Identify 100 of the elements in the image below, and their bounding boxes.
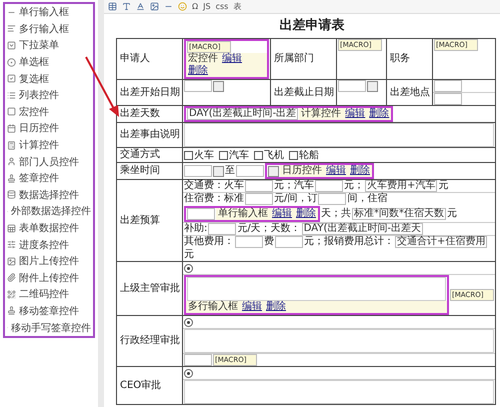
input-field[interactable]: DAY(出差截止时间-出差	[187, 108, 298, 120]
paperclip-icon	[7, 273, 16, 282]
control-item[interactable]: 单选框	[7, 54, 91, 70]
stamp-icon	[7, 306, 16, 316]
field-text: 元；报销费用总计：	[304, 236, 394, 248]
control-item[interactable]: 单行输入框	[7, 4, 91, 21]
radio-button[interactable]	[184, 264, 193, 272]
control-item[interactable]: 二维码控件	[7, 286, 91, 303]
input-field[interactable]	[236, 165, 264, 177]
calendar-icon	[7, 124, 16, 133]
control-type-label: 日历控件	[282, 165, 322, 177]
row-label: 交通方式	[116, 148, 182, 162]
input-field[interactable]	[275, 236, 303, 248]
input-field[interactable]: 交通合计+住宿费用	[395, 236, 488, 248]
calendar-button[interactable]	[213, 80, 224, 92]
row-label: 乘坐时间	[116, 162, 182, 180]
control-item[interactable]: 外部数据选择控件	[7, 203, 91, 220]
input-field[interactable]: DAY(出差截止时间-出差天	[302, 223, 423, 235]
control-item[interactable]: 列表控件	[7, 86, 91, 104]
radio-button[interactable]	[184, 318, 193, 326]
edit-link[interactable]: 编辑	[222, 53, 242, 65]
row-label: 出差开始日期	[116, 80, 182, 106]
delete-link[interactable]: 删除	[350, 165, 370, 177]
calendar-button[interactable]	[367, 80, 378, 92]
delete-link[interactable]: 删除	[266, 301, 286, 313]
input-field[interactable]	[235, 236, 263, 248]
control-item[interactable]: 下拉菜单	[7, 37, 91, 54]
input-field[interactable]	[187, 208, 215, 220]
edit-link[interactable]: 编辑	[242, 301, 262, 313]
radio-icon	[7, 58, 16, 67]
control-type-label: 宏控件	[188, 53, 218, 65]
toolbar-button[interactable]: Ω	[192, 2, 198, 11]
input-field[interactable]	[245, 180, 273, 192]
control-item[interactable]: 移动手写签章控件	[7, 319, 91, 336]
field-text: 元	[184, 249, 194, 261]
row-label: 申请人	[116, 38, 182, 80]
image-icon	[7, 256, 16, 266]
image-icon[interactable]	[150, 2, 159, 11]
input-field[interactable]	[184, 165, 212, 177]
row-label: 所属部门	[270, 38, 336, 80]
control-type-label: 计算控件	[301, 108, 342, 120]
field-text: 补助:	[184, 223, 208, 235]
toolbar-button[interactable]: css	[216, 2, 228, 11]
checkbox[interactable]: 轮船	[289, 148, 319, 162]
input-field[interactable]	[184, 80, 212, 92]
toolbar-button[interactable]: JS	[203, 2, 211, 11]
input-field[interactable]	[208, 223, 236, 235]
control-item[interactable]: 复选框	[7, 70, 91, 87]
control-item[interactable]: 多行输入框	[7, 20, 91, 38]
control-item[interactable]: 日历控件	[7, 120, 91, 137]
toolbar-button[interactable]: 表	[233, 1, 242, 12]
form-title: 出差申请表	[278, 17, 346, 35]
delete-link[interactable]: 删除	[369, 108, 390, 120]
delete-link[interactable]: 删除	[296, 208, 316, 220]
table-icon[interactable]	[108, 2, 117, 11]
input-field[interactable]	[245, 193, 273, 205]
edit-link[interactable]: 编辑	[272, 208, 292, 220]
checkbox[interactable]: 飞机	[254, 148, 284, 162]
calendar-button[interactable]	[268, 166, 279, 176]
control-item[interactable]: 移动签章控件	[7, 302, 91, 320]
text-area[interactable]	[184, 123, 494, 147]
checkbox[interactable]: 汽车	[219, 148, 249, 162]
control-item[interactable]: 图片上传控件	[7, 252, 91, 270]
input-field[interactable]: 火车费用+汽车	[365, 180, 438, 192]
font-color-icon[interactable]	[136, 2, 145, 11]
field-text: 元	[438, 180, 448, 192]
control-item[interactable]: 宏控件	[7, 104, 91, 120]
input-field[interactable]	[338, 80, 366, 92]
calendar-button[interactable]	[213, 166, 224, 176]
field-text: 至	[225, 165, 235, 177]
field-text: 元	[447, 208, 457, 220]
control-item[interactable]: 数据选择控件	[7, 186, 91, 204]
dropdown-icon	[7, 40, 16, 50]
control-item[interactable]: 签章控件	[7, 170, 91, 187]
radio-button[interactable]	[184, 368, 193, 378]
input-field[interactable]	[315, 180, 343, 192]
calculator-icon	[7, 140, 16, 150]
edit-link[interactable]: 编辑	[326, 165, 346, 177]
checkbox-icon	[7, 74, 16, 84]
stamp-icon	[7, 174, 16, 183]
row-label: 出差预算	[116, 180, 182, 262]
control-item[interactable]: 计算控件	[7, 136, 91, 154]
smiley-icon[interactable]	[178, 2, 187, 11]
checkbox[interactable]: 火车	[184, 148, 214, 162]
input-field[interactable]	[318, 193, 346, 205]
text-icon[interactable]	[122, 2, 131, 11]
edit-link[interactable]: 编辑	[345, 108, 366, 120]
control-item[interactable]: 表单数据控件	[7, 220, 91, 236]
row-label: 出差事由说明	[116, 122, 182, 148]
delete-link[interactable]: 删除	[188, 65, 208, 77]
input-field[interactable]	[434, 80, 462, 92]
control-item[interactable]: 附件上传控件	[7, 270, 91, 286]
input-field[interactable]	[184, 354, 212, 366]
input-field[interactable]	[434, 93, 462, 105]
control-item[interactable]: 进度条控件	[7, 236, 91, 253]
progress-bar-icon	[7, 240, 16, 250]
input-field[interactable]: 标准*间数*住宿天数	[352, 208, 446, 220]
control-item[interactable]: 部门人员控件	[7, 153, 91, 170]
text-area[interactable]	[187, 277, 446, 301]
field-text: 间，住宿	[347, 193, 388, 205]
